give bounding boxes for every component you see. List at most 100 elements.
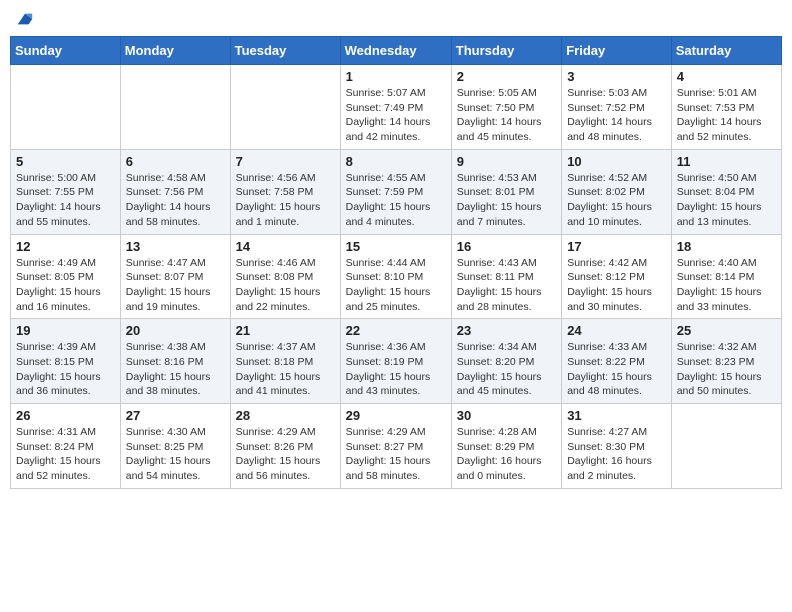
calendar-cell: 11 Sunrise: 4:50 AMSunset: 8:04 PMDayligh… xyxy=(671,149,781,234)
day-number: 21 xyxy=(236,323,335,338)
day-number: 28 xyxy=(236,408,335,423)
calendar-day-header: Saturday xyxy=(671,37,781,65)
day-number: 22 xyxy=(346,323,446,338)
day-number: 2 xyxy=(457,69,556,84)
day-info: Sunrise: 4:50 AMSunset: 8:04 PMDaylight:… xyxy=(677,171,776,230)
calendar-cell: 1 Sunrise: 5:07 AMSunset: 7:49 PMDaylight… xyxy=(340,65,451,150)
day-number: 13 xyxy=(126,239,225,254)
logo xyxy=(14,10,34,28)
day-info: Sunrise: 4:38 AMSunset: 8:16 PMDaylight:… xyxy=(126,340,225,399)
calendar-table: SundayMondayTuesdayWednesdayThursdayFrid… xyxy=(10,36,782,489)
calendar-cell: 17 Sunrise: 4:42 AMSunset: 8:12 PMDayligh… xyxy=(562,234,672,319)
calendar-day-header: Sunday xyxy=(11,37,121,65)
day-info: Sunrise: 4:28 AMSunset: 8:29 PMDaylight:… xyxy=(457,425,556,484)
calendar-week-row: 12 Sunrise: 4:49 AMSunset: 8:05 PMDayligh… xyxy=(11,234,782,319)
day-number: 3 xyxy=(567,69,666,84)
day-info: Sunrise: 4:43 AMSunset: 8:11 PMDaylight:… xyxy=(457,256,556,315)
day-info: Sunrise: 4:31 AMSunset: 8:24 PMDaylight:… xyxy=(16,425,115,484)
calendar-day-header: Friday xyxy=(562,37,672,65)
day-info: Sunrise: 4:42 AMSunset: 8:12 PMDaylight:… xyxy=(567,256,666,315)
day-info: Sunrise: 4:27 AMSunset: 8:30 PMDaylight:… xyxy=(567,425,666,484)
day-number: 1 xyxy=(346,69,446,84)
day-info: Sunrise: 4:30 AMSunset: 8:25 PMDaylight:… xyxy=(126,425,225,484)
calendar-cell: 3 Sunrise: 5:03 AMSunset: 7:52 PMDaylight… xyxy=(562,65,672,150)
day-number: 9 xyxy=(457,154,556,169)
calendar-cell: 26 Sunrise: 4:31 AMSunset: 8:24 PMDayligh… xyxy=(11,404,121,489)
day-number: 8 xyxy=(346,154,446,169)
calendar-cell: 8Sunrise: 4:55 AMSunset: 7:59 PMDaylight… xyxy=(340,149,451,234)
day-number: 23 xyxy=(457,323,556,338)
day-info: Sunrise: 4:58 AMSunset: 7:56 PMDaylight:… xyxy=(126,171,225,230)
day-number: 5 xyxy=(16,154,115,169)
calendar-cell: 12 Sunrise: 4:49 AMSunset: 8:05 PMDayligh… xyxy=(11,234,121,319)
calendar-cell: 4Sunrise: 5:01 AMSunset: 7:53 PMDaylight… xyxy=(671,65,781,150)
day-number: 27 xyxy=(126,408,225,423)
day-number: 15 xyxy=(346,239,446,254)
page-header xyxy=(10,10,782,28)
calendar-week-row: 19Sunrise: 4:39 AMSunset: 8:15 PMDayligh… xyxy=(11,319,782,404)
logo-icon xyxy=(16,10,34,28)
day-number: 10 xyxy=(567,154,666,169)
day-info: Sunrise: 4:44 AMSunset: 8:10 PMDaylight:… xyxy=(346,256,446,315)
day-info: Sunrise: 5:00 AMSunset: 7:55 PMDaylight:… xyxy=(16,171,115,230)
day-number: 31 xyxy=(567,408,666,423)
day-info: Sunrise: 4:29 AMSunset: 8:27 PMDaylight:… xyxy=(346,425,446,484)
day-number: 20 xyxy=(126,323,225,338)
calendar-cell: 7Sunrise: 4:56 AMSunset: 7:58 PMDaylight… xyxy=(230,149,340,234)
calendar-cell: 16 Sunrise: 4:43 AMSunset: 8:11 PMDayligh… xyxy=(451,234,561,319)
day-number: 12 xyxy=(16,239,115,254)
day-number: 26 xyxy=(16,408,115,423)
calendar-cell: 5 Sunrise: 5:00 AMSunset: 7:55 PMDaylight… xyxy=(11,149,121,234)
calendar-week-row: 26 Sunrise: 4:31 AMSunset: 8:24 PMDayligh… xyxy=(11,404,782,489)
day-number: 25 xyxy=(677,323,776,338)
calendar-cell: 30 Sunrise: 4:28 AMSunset: 8:29 PMDayligh… xyxy=(451,404,561,489)
day-info: Sunrise: 4:29 AMSunset: 8:26 PMDaylight:… xyxy=(236,425,335,484)
day-info: Sunrise: 5:07 AMSunset: 7:49 PMDaylight:… xyxy=(346,86,446,145)
calendar-cell xyxy=(11,65,121,150)
calendar-week-row: 1 Sunrise: 5:07 AMSunset: 7:49 PMDaylight… xyxy=(11,65,782,150)
calendar-cell: 27 Sunrise: 4:30 AMSunset: 8:25 PMDayligh… xyxy=(120,404,230,489)
day-number: 17 xyxy=(567,239,666,254)
calendar-day-header: Tuesday xyxy=(230,37,340,65)
calendar-cell: 2Sunrise: 5:05 AMSunset: 7:50 PMDaylight… xyxy=(451,65,561,150)
day-number: 30 xyxy=(457,408,556,423)
calendar-cell: 6Sunrise: 4:58 AMSunset: 7:56 PMDaylight… xyxy=(120,149,230,234)
day-info: Sunrise: 4:40 AMSunset: 8:14 PMDaylight:… xyxy=(677,256,776,315)
calendar-cell: 25 Sunrise: 4:32 AMSunset: 8:23 PMDayligh… xyxy=(671,319,781,404)
calendar-cell: 10Sunrise: 4:52 AMSunset: 8:02 PMDayligh… xyxy=(562,149,672,234)
calendar-cell: 18 Sunrise: 4:40 AMSunset: 8:14 PMDayligh… xyxy=(671,234,781,319)
calendar-cell: 14 Sunrise: 4:46 AMSunset: 8:08 PMDayligh… xyxy=(230,234,340,319)
day-info: Sunrise: 4:33 AMSunset: 8:22 PMDaylight:… xyxy=(567,340,666,399)
calendar-cell: 23 Sunrise: 4:34 AMSunset: 8:20 PMDayligh… xyxy=(451,319,561,404)
day-info: Sunrise: 4:32 AMSunset: 8:23 PMDaylight:… xyxy=(677,340,776,399)
day-number: 14 xyxy=(236,239,335,254)
day-info: Sunrise: 4:37 AMSunset: 8:18 PMDaylight:… xyxy=(236,340,335,399)
calendar-cell: 29 Sunrise: 4:29 AMSunset: 8:27 PMDayligh… xyxy=(340,404,451,489)
calendar-cell: 24Sunrise: 4:33 AMSunset: 8:22 PMDayligh… xyxy=(562,319,672,404)
calendar-header-row: SundayMondayTuesdayWednesdayThursdayFrid… xyxy=(11,37,782,65)
day-info: Sunrise: 4:34 AMSunset: 8:20 PMDaylight:… xyxy=(457,340,556,399)
day-info: Sunrise: 4:47 AMSunset: 8:07 PMDaylight:… xyxy=(126,256,225,315)
calendar-cell: 21 Sunrise: 4:37 AMSunset: 8:18 PMDayligh… xyxy=(230,319,340,404)
calendar-cell: 22 Sunrise: 4:36 AMSunset: 8:19 PMDayligh… xyxy=(340,319,451,404)
calendar-cell: 19Sunrise: 4:39 AMSunset: 8:15 PMDayligh… xyxy=(11,319,121,404)
calendar-cell: 28 Sunrise: 4:29 AMSunset: 8:26 PMDayligh… xyxy=(230,404,340,489)
day-number: 11 xyxy=(677,154,776,169)
calendar-cell: 15 Sunrise: 4:44 AMSunset: 8:10 PMDayligh… xyxy=(340,234,451,319)
day-info: Sunrise: 4:56 AMSunset: 7:58 PMDaylight:… xyxy=(236,171,335,230)
day-info: Sunrise: 5:01 AMSunset: 7:53 PMDaylight:… xyxy=(677,86,776,145)
day-info: Sunrise: 5:03 AMSunset: 7:52 PMDaylight:… xyxy=(567,86,666,145)
day-number: 16 xyxy=(457,239,556,254)
day-number: 29 xyxy=(346,408,446,423)
calendar-day-header: Wednesday xyxy=(340,37,451,65)
calendar-day-header: Monday xyxy=(120,37,230,65)
calendar-cell: 13 Sunrise: 4:47 AMSunset: 8:07 PMDayligh… xyxy=(120,234,230,319)
calendar-cell xyxy=(120,65,230,150)
calendar-cell: 9Sunrise: 4:53 AMSunset: 8:01 PMDaylight… xyxy=(451,149,561,234)
day-info: Sunrise: 4:49 AMSunset: 8:05 PMDaylight:… xyxy=(16,256,115,315)
day-info: Sunrise: 4:36 AMSunset: 8:19 PMDaylight:… xyxy=(346,340,446,399)
day-info: Sunrise: 4:46 AMSunset: 8:08 PMDaylight:… xyxy=(236,256,335,315)
calendar-cell xyxy=(230,65,340,150)
calendar-day-header: Thursday xyxy=(451,37,561,65)
day-number: 18 xyxy=(677,239,776,254)
